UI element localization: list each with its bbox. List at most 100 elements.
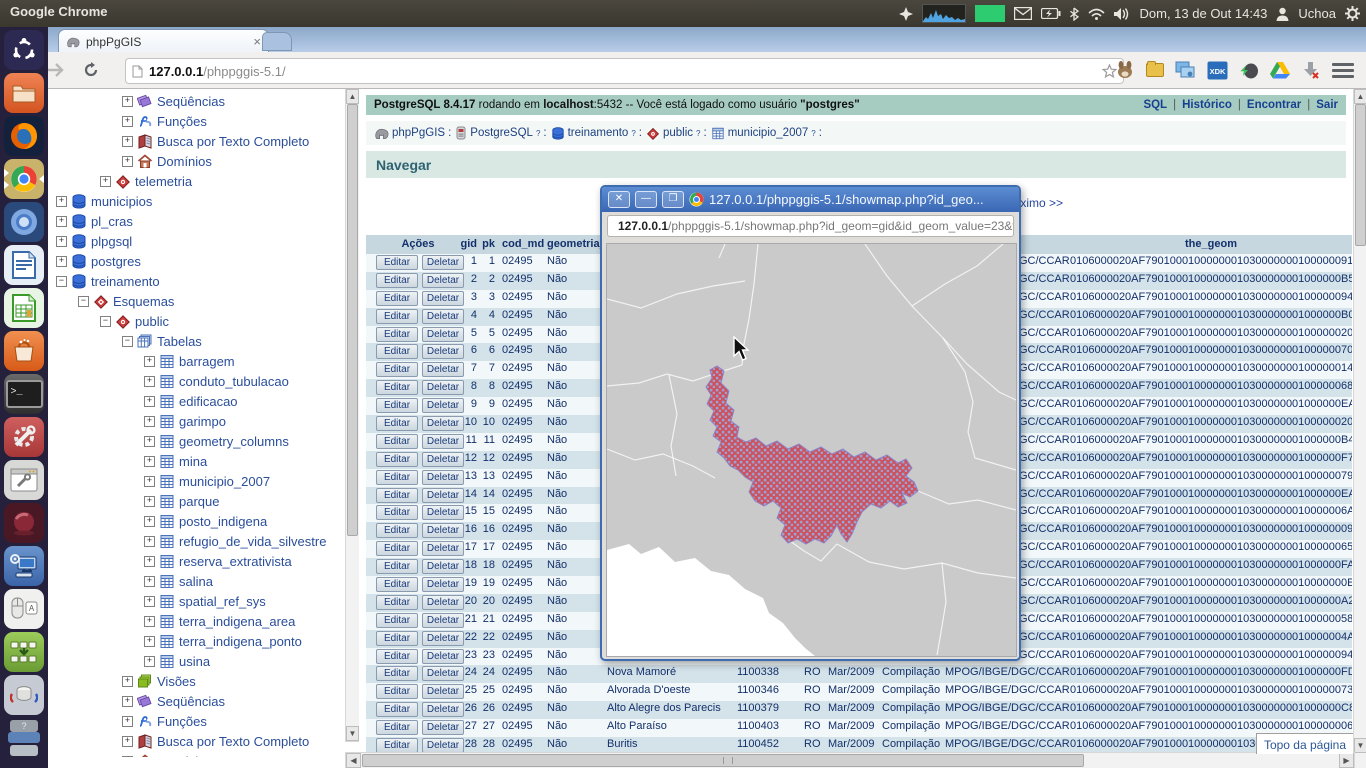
cell-the-geom[interactable]: 0106000020AF7901000100000001030000000100… <box>1070 470 1352 482</box>
tree-expander-icon[interactable]: − <box>100 316 111 327</box>
help-link[interactable]: ? <box>536 129 540 138</box>
edit-button[interactable]: Editar <box>376 720 418 735</box>
edit-button[interactable]: Editar <box>376 273 418 288</box>
page-scroll-up-icon[interactable]: ▲ <box>1354 89 1366 104</box>
edit-button[interactable]: Editar <box>376 577 418 592</box>
tree-item-esquemas[interactable]: −Esquemas <box>48 291 345 311</box>
tree-item-parque[interactable]: +parque <box>48 491 345 511</box>
breadcrumb-phppggis[interactable]: phpPgGIS: <box>374 127 451 140</box>
dock-item-system-tools[interactable] <box>4 417 44 457</box>
tree-expander-icon[interactable]: + <box>122 136 133 147</box>
tree-item-pl_cras[interactable]: +pl_cras <box>48 211 345 231</box>
help-link[interactable]: ? <box>811 129 815 138</box>
cell-the-geom[interactable]: 0106000020AF7901000100000001030000000100… <box>1070 362 1352 374</box>
page-hscroll-thumb[interactable] <box>362 754 1084 767</box>
tab-close-icon[interactable]: × <box>253 35 261 48</box>
cell-the-geom[interactable]: 0106000020AF7901000100000001030000000100… <box>1070 702 1352 714</box>
cell-the-geom[interactable]: 0106000020AF7901000100000001030000000100… <box>1070 631 1352 643</box>
dock-item-input-devices[interactable]: A <box>4 589 44 629</box>
server-link-encontrar[interactable]: Encontrar <box>1247 99 1301 111</box>
tree-item-usina[interactable]: +usina <box>48 651 345 671</box>
tree-expander-icon[interactable]: + <box>144 596 155 607</box>
tree-item-conduto_tubulacao[interactable]: +conduto_tubulacao <box>48 371 345 391</box>
folder-extension-icon[interactable] <box>1146 63 1164 77</box>
cell-the-geom[interactable]: 0106000020AF7901000100000001030000000100… <box>1070 666 1352 678</box>
popup-address-bar[interactable]: 127.0.0.1/phppggis-5.1/showmap.php?id_ge… <box>607 215 1014 237</box>
tree-item-dom-nios[interactable]: +Domínios <box>48 151 345 171</box>
tree-expander-icon[interactable]: + <box>144 456 155 467</box>
photos-extension-icon[interactable] <box>1175 61 1196 79</box>
edit-button[interactable]: Editar <box>376 684 418 699</box>
popup-title-bar[interactable]: ✕ — ❐ 127.0.0.1/phppggis-5.1/showmap.php… <box>602 187 1019 212</box>
tree-expander-icon[interactable]: + <box>144 536 155 547</box>
edit-button[interactable]: Editar <box>376 309 418 324</box>
tree-expander-icon[interactable]: + <box>122 96 133 107</box>
notifier-icon[interactable] <box>899 7 913 21</box>
popup-maximize-icon[interactable]: ❐ <box>662 191 684 208</box>
server-link-histórico[interactable]: Histórico <box>1182 99 1232 111</box>
xmarks-icon[interactable] <box>1115 60 1135 80</box>
cell-the-geom[interactable]: 0106000020AF7901000100000001030000000100… <box>1070 327 1352 339</box>
cell-the-geom[interactable]: 0106000020AF7901000100000001030000000100… <box>1070 505 1352 517</box>
tree-expander-icon[interactable]: + <box>144 416 155 427</box>
help-link[interactable]: ? <box>696 129 700 138</box>
tree-item-posto_indigena[interactable]: +posto_indigena <box>48 511 345 531</box>
cell-the-geom[interactable]: 0106000020AF7901000100000001030000000100… <box>1070 398 1352 410</box>
bluetooth-icon[interactable] <box>1070 7 1079 21</box>
cell-the-geom[interactable]: 0106000020AF7901000100000001030000000100… <box>1070 577 1352 589</box>
breadcrumb-treinamento[interactable]: treinamento?: <box>551 127 642 140</box>
edit-button[interactable]: Editar <box>376 559 418 574</box>
tree-expander-icon[interactable]: + <box>144 636 155 647</box>
dock-item-terminal[interactable]: >_ <box>4 374 44 414</box>
edit-button[interactable]: Editar <box>376 666 418 681</box>
cell-the-geom[interactable]: 0106000020AF7901000100000001030000000100… <box>1070 344 1352 356</box>
tree-scroll-up-icon[interactable]: ▲ <box>346 89 359 104</box>
cell-the-geom[interactable]: 0106000020AF7901000100000001030000000100… <box>1070 595 1352 607</box>
dock-item-remote-desktop[interactable] <box>4 546 44 586</box>
tree-expander-icon[interactable]: + <box>122 736 133 747</box>
server-link-sair[interactable]: Sair <box>1316 99 1338 111</box>
tree-item-vis-es[interactable]: +Visões <box>48 671 345 691</box>
cell-the-geom[interactable]: 0106000020AF7901000100000001030000000100… <box>1070 523 1352 535</box>
cell-the-geom[interactable]: 0106000020AF7901000100000001030000000100… <box>1070 291 1352 303</box>
tree-expander-icon[interactable]: + <box>144 556 155 567</box>
tree-expander-icon[interactable]: + <box>56 216 67 227</box>
tree-item-seq-ncias[interactable]: +Seqüências <box>48 691 345 711</box>
cell-the-geom[interactable]: 0106000020AF7901000100000001030000000100… <box>1070 434 1352 446</box>
tree-expander-icon[interactable]: + <box>144 656 155 667</box>
dock-item-settings-knob[interactable] <box>4 675 44 715</box>
system-monitor-icon[interactable] <box>922 4 966 23</box>
edit-button[interactable]: Editar <box>376 523 418 538</box>
tree-expander-icon[interactable]: + <box>144 396 155 407</box>
tree-expander-icon[interactable]: + <box>122 696 133 707</box>
tree-expander-icon[interactable]: − <box>122 336 133 347</box>
tree-item-terra_indigena_area[interactable]: +terra_indigena_area <box>48 611 345 631</box>
tree-item-reserva_extrativista[interactable]: +reserva_extrativista <box>48 551 345 571</box>
tree-item-fun-es[interactable]: +Funções <box>48 111 345 131</box>
tree-item-refugio_de_vida_silvestre[interactable]: +refugio_de_vida_silvestre <box>48 531 345 551</box>
cell-the-geom[interactable]: 0106000020AF7901000100000001030000000100… <box>1070 273 1352 285</box>
tree-item-geometry_columns[interactable]: +geometry_columns <box>48 431 345 451</box>
page-scroll-down-icon[interactable]: ▼ <box>1354 738 1366 753</box>
cell-the-geom[interactable]: 0106000020AF7901000100000001030000000100… <box>1070 452 1352 464</box>
dock-item-window-tool[interactable] <box>4 460 44 500</box>
tree-item-telemetria[interactable]: +telemetria <box>48 171 345 191</box>
tree-expander-icon[interactable]: + <box>144 576 155 587</box>
tree-expander-icon[interactable]: + <box>100 176 111 187</box>
workspace-indicator-icon[interactable] <box>975 5 1005 22</box>
tree-item-tabelas[interactable]: −Tabelas <box>48 331 345 351</box>
tree-item-salina[interactable]: +salina <box>48 571 345 591</box>
page-scroll-left-icon[interactable]: ◀ <box>346 753 361 768</box>
tree-expander-icon[interactable]: + <box>144 496 155 507</box>
tree-item-postgres[interactable]: +postgres <box>48 251 345 271</box>
tree-item-treinamento[interactable]: −treinamento <box>48 271 345 291</box>
tree-item-mina[interactable]: +mina <box>48 451 345 471</box>
tree-expander-icon[interactable]: − <box>56 276 67 287</box>
tree-expander-icon[interactable]: + <box>144 376 155 387</box>
dock-item-libreoffice-writer[interactable] <box>4 245 44 285</box>
tree-item-terra_indigena_ponto[interactable]: +terra_indigena_ponto <box>48 631 345 651</box>
tree-expander-icon[interactable]: + <box>144 436 155 447</box>
tree-item-busca-por-texto-completo[interactable]: +Busca por Texto Completo <box>48 731 345 751</box>
tree-scrollbar[interactable]: ▲ ▼ <box>345 88 360 742</box>
back-to-top-link[interactable]: Topo da página <box>1256 733 1353 754</box>
